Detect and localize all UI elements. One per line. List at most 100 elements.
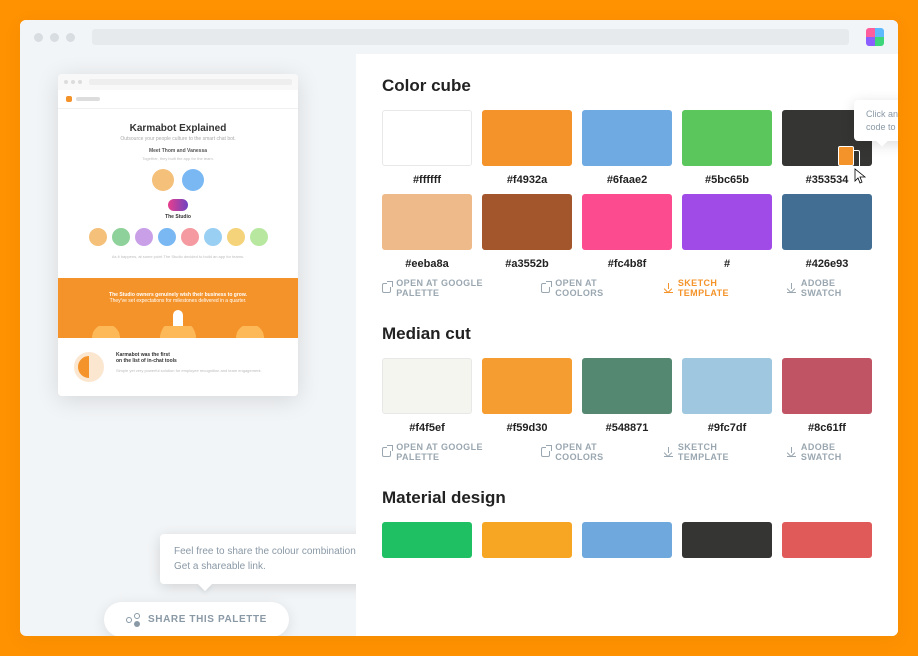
color-swatch[interactable]: #6faae2 <box>582 110 672 186</box>
preview-title: Karmabot Explained <box>68 123 288 134</box>
color-swatch[interactable] <box>482 522 572 558</box>
download-icon <box>787 447 796 457</box>
address-bar[interactable] <box>92 29 849 45</box>
swatch-box[interactable] <box>482 194 572 250</box>
color-swatch[interactable]: #eeba8a <box>382 194 472 270</box>
color-swatch[interactable]: #ffffff <box>382 110 472 186</box>
avatar <box>89 228 107 246</box>
avatar <box>158 228 176 246</box>
main-content: Click any colour to copy its code to cli… <box>356 54 898 636</box>
tooltip-share-t2: Get a shareable link. <box>174 561 266 572</box>
pv-bottom-p: Simple yet very powerful solution for em… <box>116 368 282 374</box>
avatar <box>227 228 245 246</box>
window-dot <box>66 33 75 42</box>
swatch-hex-label: #fc4b8f <box>608 258 647 270</box>
external-link-icon <box>541 283 550 293</box>
share-icon <box>126 613 139 626</box>
avatar <box>112 228 130 246</box>
swatch-box[interactable] <box>582 110 672 166</box>
color-swatch[interactable]: #8c61ff <box>782 358 872 434</box>
action-adobe-swatch[interactable]: ADOBE SWATCH <box>787 442 872 462</box>
app-body: Karmabot Explained Outsource your people… <box>20 54 898 636</box>
color-swatch[interactable]: #548871 <box>582 358 672 434</box>
preview-orange-t2: They've set expectations for milestones … <box>68 298 288 304</box>
swatch-box[interactable] <box>682 194 772 250</box>
action-adobe-swatch[interactable]: ADOBE SWATCH <box>787 278 872 298</box>
mini-browser-bar <box>58 74 298 90</box>
action-coolors[interactable]: OPEN AT COOLORS <box>541 278 640 298</box>
color-swatch[interactable] <box>582 522 672 558</box>
external-link-icon <box>382 283 391 293</box>
swatch-hex-label: #eeba8a <box>405 258 448 270</box>
swatch-hex-label: #a3552b <box>505 258 548 270</box>
browser-window: Karmabot Explained Outsource your people… <box>20 20 898 636</box>
sidebar: Karmabot Explained Outsource your people… <box>20 54 350 636</box>
action-sketch-template[interactable]: SKETCH TEMPLATE <box>664 442 763 462</box>
swatch-box[interactable] <box>482 110 572 166</box>
action-coolors[interactable]: OPEN AT COOLORS <box>541 442 640 462</box>
swatch-box[interactable] <box>382 110 472 166</box>
tooltip-copy: Click any colour to copy its code to cli… <box>854 100 898 141</box>
studio-label: The Studio <box>165 214 191 220</box>
action-google-palette[interactable]: OPEN AT GOOGLE PALETTE <box>382 278 517 298</box>
section-material-design: Material design <box>382 488 872 558</box>
section-color-cube: Color cube #ffffff#f4932a #6faae2 #5bc65b #… <box>382 76 872 298</box>
download-icon <box>664 283 673 293</box>
color-swatch[interactable]: #fc4b8f <box>582 194 672 270</box>
swatch-box[interactable] <box>682 110 772 166</box>
window-dot <box>34 33 43 42</box>
download-icon <box>664 447 673 457</box>
avatar <box>250 228 268 246</box>
external-link-icon <box>541 447 550 457</box>
section-title: Color cube <box>382 76 872 96</box>
avatar <box>204 228 222 246</box>
tooltip-share: Feel free to share the colour combinatio… <box>160 534 380 584</box>
color-swatch[interactable] <box>382 522 472 558</box>
swatch-hex-label: #548871 <box>606 422 649 434</box>
share-label: SHARE THIS PALETTE <box>148 614 267 625</box>
color-swatch[interactable]: #f59d30 <box>482 358 572 434</box>
action-sketch-template[interactable]: SKETCH TEMPLATE <box>664 278 763 298</box>
section-median-cut: Median cut #f4f5ef #f59d30 #548871 #9fc7df #… <box>382 324 872 462</box>
pv-bottom-h2: on the list of in-chat tools <box>116 358 282 365</box>
swatch-hex-label: #9fc7df <box>708 422 747 434</box>
color-swatch[interactable]: #9fc7df <box>682 358 772 434</box>
color-swatch[interactable]: # <box>682 194 772 270</box>
swatch-box[interactable] <box>382 358 472 414</box>
swatch-hex-label: #8c61ff <box>808 422 846 434</box>
avatar <box>182 169 204 191</box>
section-title: Median cut <box>382 324 872 344</box>
swatch-hex-label: #f59d30 <box>507 422 548 434</box>
color-swatch[interactable]: #5bc65b <box>682 110 772 186</box>
swatch-box[interactable] <box>382 194 472 250</box>
app-logo-icon <box>866 28 884 46</box>
preview-meet: Meet Thom and Vanessa <box>68 148 288 154</box>
swatch-box[interactable] <box>682 358 772 414</box>
color-swatch[interactable]: #f4932a <box>482 110 572 186</box>
color-swatch[interactable]: #426e93 <box>782 194 872 270</box>
external-link-icon <box>382 447 391 457</box>
color-swatch[interactable] <box>782 522 872 558</box>
swatch-box[interactable] <box>482 358 572 414</box>
swatch-hex-label: #6faae2 <box>607 174 647 186</box>
swatch-box[interactable] <box>782 194 872 250</box>
studio-icon <box>168 199 188 211</box>
swatch-hex-label: #5bc65b <box>705 174 749 186</box>
tooltip-share-t1: Feel free to share the colour combinatio… <box>174 546 359 557</box>
share-palette-button[interactable]: SHARE THIS PALETTE <box>104 602 289 636</box>
swatch-hex-label: #426e93 <box>806 258 849 270</box>
window-dot <box>50 33 59 42</box>
swatch-hex-label: #f4f5ef <box>409 422 444 434</box>
action-google-palette[interactable]: OPEN AT GOOGLE PALETTE <box>382 442 517 462</box>
swatch-box[interactable] <box>582 194 672 250</box>
swatch-box[interactable] <box>582 358 672 414</box>
section-title: Material design <box>382 488 872 508</box>
download-icon <box>787 283 796 293</box>
swatch-box[interactable] <box>782 358 872 414</box>
color-swatch[interactable] <box>682 522 772 558</box>
color-swatch[interactable]: #a3552b <box>482 194 572 270</box>
color-swatch[interactable]: #f4f5ef <box>382 358 472 434</box>
preview-note: As it happens, at some point The Studio … <box>68 254 288 270</box>
swatch-hex-label: # <box>724 258 730 270</box>
cursor-icon <box>854 168 868 186</box>
